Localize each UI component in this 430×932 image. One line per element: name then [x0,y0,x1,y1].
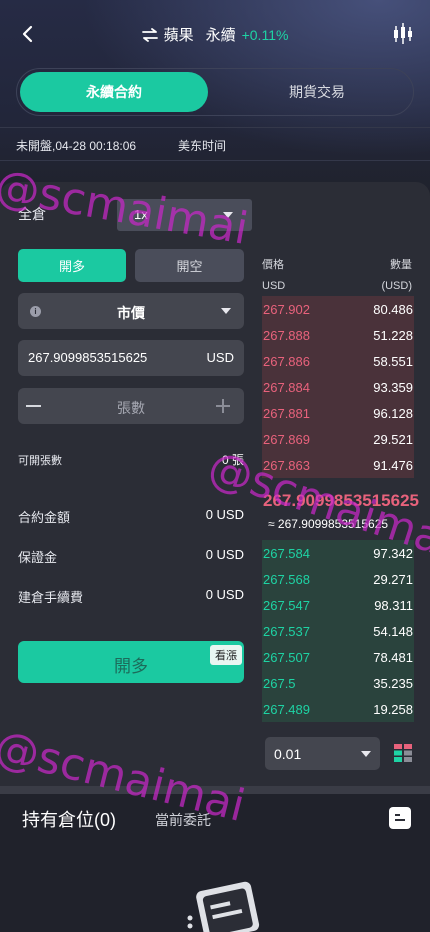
document-icon[interactable] [389,807,411,829]
tab-current-orders[interactable]: 當前委託 [155,810,211,830]
orderbook-price-unit: USD [262,280,286,292]
ask-price: 267.869 [263,432,310,447]
section-divider [0,786,430,794]
ask-qty: 91.476 [373,458,413,473]
bid-qty: 35.235 [373,676,413,691]
chevron-down-icon [361,751,371,757]
orderbook-qty-header: 數量 [390,259,412,271]
contract-amount-label: 合約金額 [18,510,71,525]
trade-type-tabs: 永續合約 期貨交易 [16,68,414,116]
ask-price: 267.886 [263,354,310,369]
ask-row[interactable]: 267.863 91.476 [262,452,414,478]
ask-qty: 93.359 [373,380,413,395]
empty-state-illustration [187,881,260,932]
ask-price: 267.863 [263,458,310,473]
depth-precision-select[interactable]: 0.01 [265,737,380,770]
bid-row[interactable]: 267.568 29.271 [262,566,414,592]
tab-futures[interactable]: 期貨交易 [223,72,411,112]
bid-price: 267.507 [263,650,310,665]
ask-qty: 29.521 [373,432,413,447]
bid-qty: 54.148 [373,624,413,639]
ask-qty: 58.551 [373,354,413,369]
timezone-label: 美东时间 [178,139,227,153]
ask-qty: 80.486 [373,302,413,317]
divider [0,160,430,161]
ask-row[interactable]: 267.888 51.228 [262,322,414,348]
available-label: 可開張數 [18,455,62,467]
ask-price: 267.902 [263,302,310,317]
orderbook-qty-unit: (USD) [381,280,412,292]
page-title[interactable]: 蘋果 永續 +0.11% [0,24,430,45]
bid-row[interactable]: 267.489 19.258 [262,696,414,722]
bid-qty: 19.258 [373,702,413,717]
depth-value: 0.01 [274,746,302,762]
bid-row[interactable]: 267.547 98.311 [262,592,414,618]
bid-qty: 97.342 [373,546,413,561]
bid-qty: 98.311 [374,598,413,613]
ask-price: 267.888 [263,328,310,343]
tab-perpetual[interactable]: 永續合約 [20,72,208,112]
market-status: 未開盤,04-28 00:18:06 [16,139,137,153]
header: 蘋果 永續 +0.11% [0,0,430,68]
ask-row[interactable]: 267.902 80.486 [262,296,414,322]
chevron-down-icon [221,308,231,314]
price-field[interactable]: 267.9099853515625 USD [18,340,244,376]
contract-amount-value: 0 USD [205,507,244,522]
bid-row[interactable]: 267.584 97.342 [262,540,414,566]
open-long-toggle[interactable]: 開多 [18,249,126,282]
ask-price: 267.881 [263,406,310,421]
plus-icon[interactable] [216,399,230,413]
available-value: 0 張 [221,453,244,467]
submit-open-long-button[interactable]: 開多 看漲 [18,641,244,683]
bid-price: 267.489 [263,702,310,717]
change-percent: +0.11% [241,26,289,43]
order-type-select[interactable]: i 市價 [18,293,244,329]
orderbook-layout-icon[interactable] [394,744,412,762]
margin-mode-label[interactable]: 全倉 [18,204,46,224]
open-short-toggle[interactable]: 開空 [135,249,244,282]
quantity-input[interactable]: 張數 [18,398,244,418]
bid-price: 267.584 [263,546,310,561]
orderbook-price-header: 價格 [262,259,284,271]
bid-price: 267.537 [263,624,310,639]
ask-row[interactable]: 267.884 93.359 [262,374,414,400]
bid-row[interactable]: 267.5 35.235 [262,670,414,696]
ask-price: 267.884 [263,380,310,395]
contract-type: 永續 [205,27,236,44]
swap-icon [141,27,158,42]
ask-qty: 96.128 [373,406,413,421]
ask-row[interactable]: 267.886 58.551 [262,348,414,374]
quantity-stepper[interactable]: 張數 [18,388,244,424]
bid-price: 267.568 [263,572,310,587]
price-unit: USD [206,350,234,365]
divider [0,127,430,128]
margin-label: 保證金 [18,550,58,565]
leverage-select[interactable]: 1x [117,199,252,231]
bid-qty: 29.271 [373,572,413,587]
tab-positions[interactable]: 持有倉位(0) [22,806,116,832]
margin-value: 0 USD [205,547,244,562]
price-value: 267.9099853515625 [28,350,148,365]
chevron-down-icon [223,212,233,218]
order-type-value: 市價 [117,305,145,321]
bid-qty: 78.481 [373,650,413,665]
bullish-badge: 看漲 [210,645,242,665]
last-price: 267.9099853515625 [263,491,419,510]
candlestick-chart-icon[interactable] [392,22,414,46]
leverage-value: 1x [134,207,148,222]
fee-value: 0 USD [205,587,244,602]
bid-row[interactable]: 267.507 78.481 [262,644,414,670]
bid-price: 267.547 [263,598,310,613]
bid-row[interactable]: 267.537 54.148 [262,618,414,644]
bid-price: 267.5 [263,676,296,691]
ask-qty: 51.228 [373,328,413,343]
approx-price: ≈ 267.9099853515625 [268,517,389,531]
fee-label: 建倉手續費 [18,590,84,605]
ask-row[interactable]: 267.881 96.128 [262,400,414,426]
ask-row[interactable]: 267.869 29.521 [262,426,414,452]
symbol-name: 蘋果 [163,27,194,44]
